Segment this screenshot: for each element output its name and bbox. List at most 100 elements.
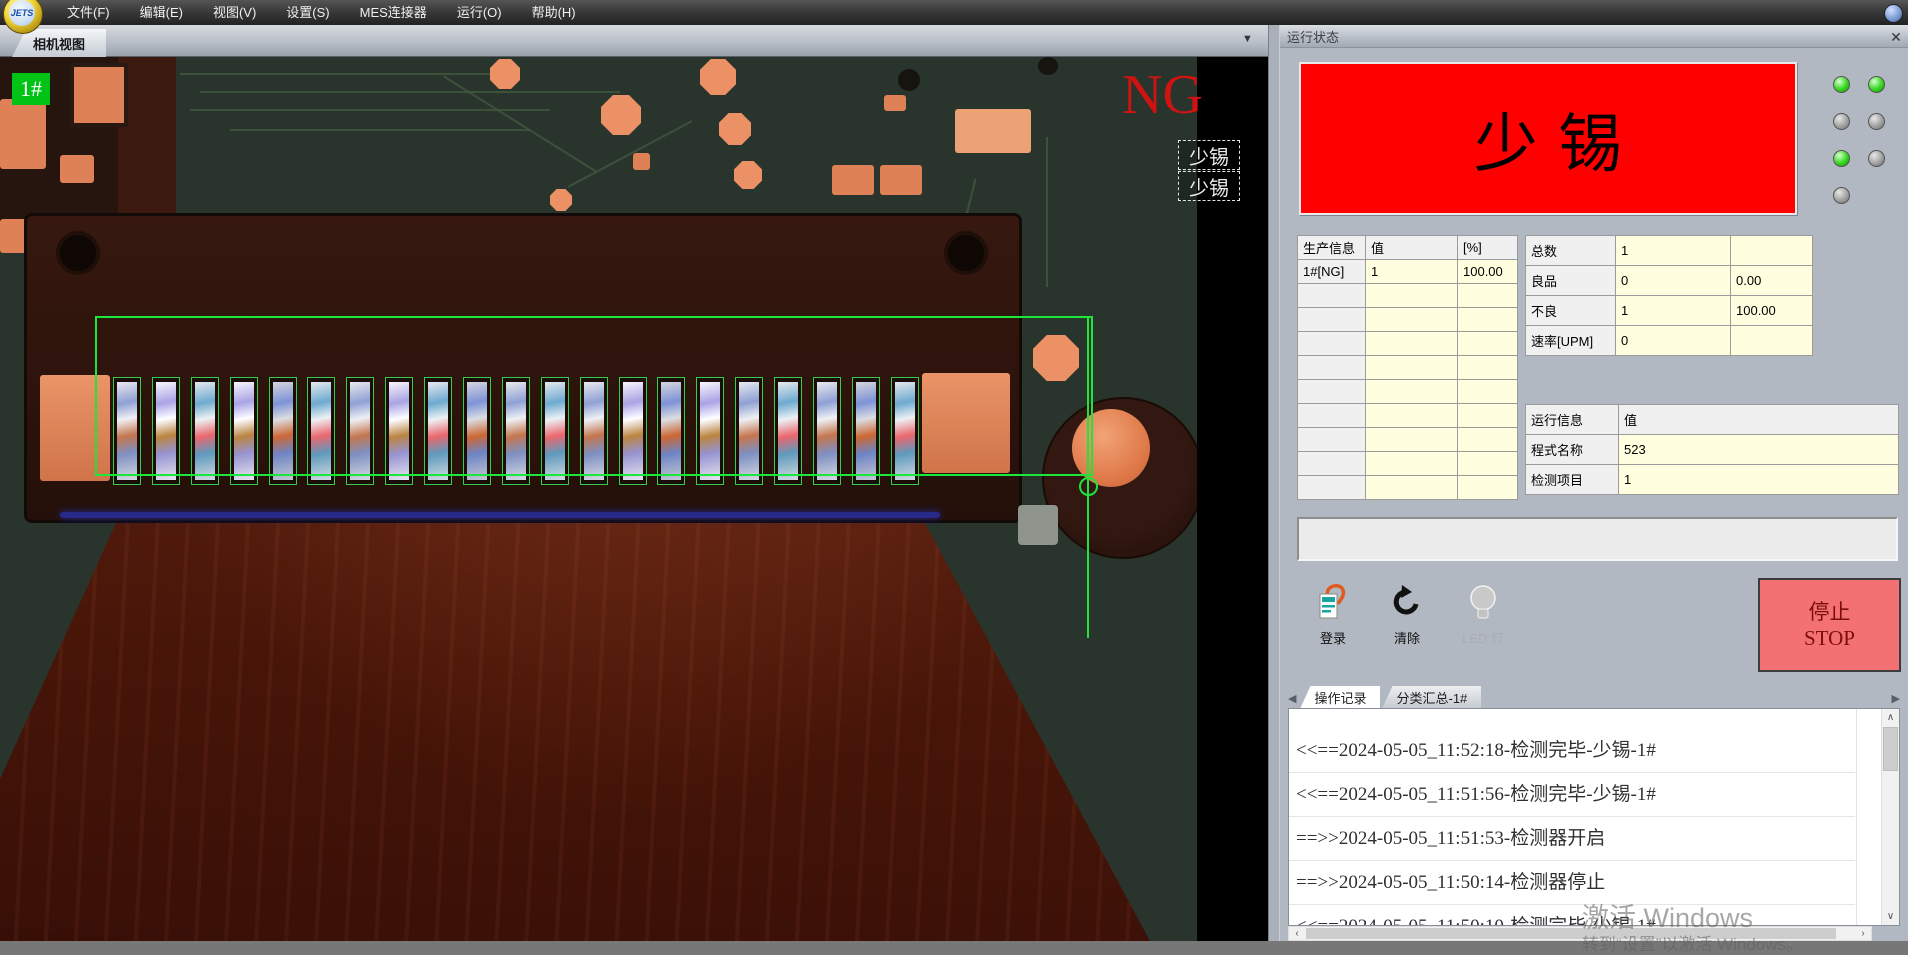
menu-item[interactable]: 运行(O)	[442, 0, 517, 25]
camera-viewport: 1# NG 少锡少锡	[0, 57, 1268, 941]
scroll-left-icon[interactable]: ‹	[1289, 927, 1305, 940]
log-entry: <<==2024-05-05_11:51:56-检测完毕-少锡-1#	[1289, 773, 1855, 817]
horizontal-scrollbar[interactable]: ‹ ›	[1288, 926, 1872, 941]
tab-inactive[interactable]: 分类汇总-1#	[1382, 686, 1481, 708]
table-cell	[1366, 380, 1458, 404]
table-cell: 程式名称	[1526, 435, 1619, 465]
table-cell	[1366, 308, 1458, 332]
status-led-gray	[1868, 150, 1885, 167]
table-cell	[1458, 284, 1518, 308]
pcb-trace	[230, 129, 530, 131]
table-cell	[1458, 476, 1518, 500]
ng-result-label: NG	[1122, 67, 1203, 123]
close-icon[interactable]: ✕	[1888, 29, 1904, 45]
menu-item[interactable]: 编辑(E)	[125, 0, 198, 25]
table-cell: 523	[1619, 435, 1899, 465]
scroll-right-icon[interactable]: ›	[1855, 927, 1871, 940]
pcb-drill-hole	[1038, 57, 1058, 75]
table-cell: 0.00	[1731, 266, 1813, 296]
table-cell	[1366, 476, 1458, 500]
table-cell: 良品	[1526, 266, 1616, 296]
status-led-gray	[1833, 187, 1850, 204]
table-cell: 检测项目	[1526, 465, 1619, 495]
pcb-pad	[700, 59, 736, 95]
tab-active[interactable]: 操作记录	[1300, 686, 1380, 708]
menu-item[interactable]: 文件(F)	[52, 0, 125, 25]
tab-scroll-right-icon[interactable]: ▶	[1888, 692, 1900, 708]
table-cell: 1	[1616, 296, 1731, 326]
menu-item[interactable]: 设置(S)	[271, 0, 344, 25]
table-cell: 1#[NG]	[1298, 260, 1366, 284]
log-entry: ==>>2024-05-05_11:51:53-检测器开启	[1289, 817, 1855, 861]
table-row: 程式名称523	[1526, 435, 1899, 465]
status-led-green	[1868, 76, 1885, 93]
run-info-table-header: 运行信息值	[1526, 405, 1899, 435]
table-cell: 1	[1616, 236, 1731, 266]
stop-label-en: STOP	[1804, 625, 1855, 651]
table-header-cell: 运行信息	[1526, 405, 1619, 435]
production-table-header: 生产信息值[%]	[1298, 236, 1518, 260]
vertical-scroll-thumb[interactable]	[1883, 727, 1898, 771]
pcb-pad	[601, 95, 641, 135]
log-tabs: 操作记录分类汇总-1#	[1300, 686, 1483, 708]
horizontal-scroll-thumb[interactable]	[1306, 928, 1836, 939]
menubar-status-icon[interactable]	[1884, 4, 1903, 23]
status-led-gray	[1833, 113, 1850, 130]
table-cell	[1298, 332, 1366, 356]
table-cell	[1366, 356, 1458, 380]
stop-button[interactable]: 停止 STOP	[1758, 578, 1901, 672]
table-cell	[1458, 308, 1518, 332]
defect-label: 少锡	[1178, 171, 1240, 201]
pcb-trace	[200, 91, 620, 93]
status-led-green	[1833, 76, 1850, 93]
led-light-button[interactable]: LED 灯	[1450, 582, 1516, 646]
table-row	[1298, 308, 1518, 332]
table-cell	[1298, 356, 1366, 380]
scroll-down-icon[interactable]: ∨	[1882, 908, 1899, 925]
login-button-label: 登录	[1320, 628, 1346, 647]
run-info-table: 运行信息值 程式名称523检测项目1	[1525, 404, 1899, 495]
table-cell	[1731, 236, 1813, 266]
table-cell: 100.00	[1731, 296, 1813, 326]
pcb-pad	[884, 95, 906, 111]
table-cell	[1458, 332, 1518, 356]
table-cell: 总数	[1526, 236, 1616, 266]
vertical-scrollbar[interactable]: ∧ ∨	[1881, 709, 1899, 925]
table-row: 检测项目1	[1526, 465, 1899, 495]
scroll-up-icon[interactable]: ∧	[1882, 709, 1899, 726]
pcb-pad	[880, 165, 922, 195]
pcb-pad	[490, 59, 520, 89]
table-cell	[1298, 380, 1366, 404]
pcb-pad	[955, 109, 1031, 153]
table-row	[1298, 452, 1518, 476]
table-cell	[1298, 428, 1366, 452]
pcb-pad	[70, 63, 128, 127]
status-led-green	[1833, 150, 1850, 167]
connector-blue-glow	[60, 512, 940, 518]
operation-log-list: <<==2024-05-05_11:52:18-检测完毕-少锡-1#<<==20…	[1288, 708, 1900, 926]
chevron-down-icon[interactable]: ▼	[1242, 33, 1253, 45]
menu-item[interactable]: MES连接器	[345, 0, 442, 25]
clear-button-label: 清除	[1394, 628, 1420, 647]
pcb-pad	[633, 153, 650, 170]
table-cell	[1458, 428, 1518, 452]
panel-splitter[interactable]	[1268, 25, 1280, 941]
menu-item[interactable]: 视图(V)	[198, 0, 271, 25]
table-cell: 100.00	[1458, 260, 1518, 284]
table-row	[1298, 332, 1518, 356]
clear-button[interactable]: 清除	[1374, 582, 1440, 646]
menu-item[interactable]: 帮助(H)	[517, 0, 591, 25]
inspection-marker-circle	[1079, 477, 1098, 496]
panel-title-bar: 运行状态	[1280, 25, 1908, 48]
status-led-gray	[1868, 113, 1885, 130]
table-cell: 不良	[1526, 296, 1616, 326]
inspection-roi-rect	[95, 316, 1093, 476]
login-button[interactable]: 登录	[1300, 582, 1366, 646]
table-cell	[1366, 284, 1458, 308]
table-cell: 速率[UPM]	[1526, 326, 1616, 356]
pcb-stub	[1018, 505, 1058, 545]
table-cell	[1366, 332, 1458, 356]
log-entry: ==>>2024-05-05_11:50:14-检测器停止	[1289, 861, 1855, 905]
production-table: 生产信息值[%] 1#[NG]1100.00	[1297, 235, 1518, 500]
tab-scroll-left-icon[interactable]: ◀	[1288, 692, 1300, 708]
